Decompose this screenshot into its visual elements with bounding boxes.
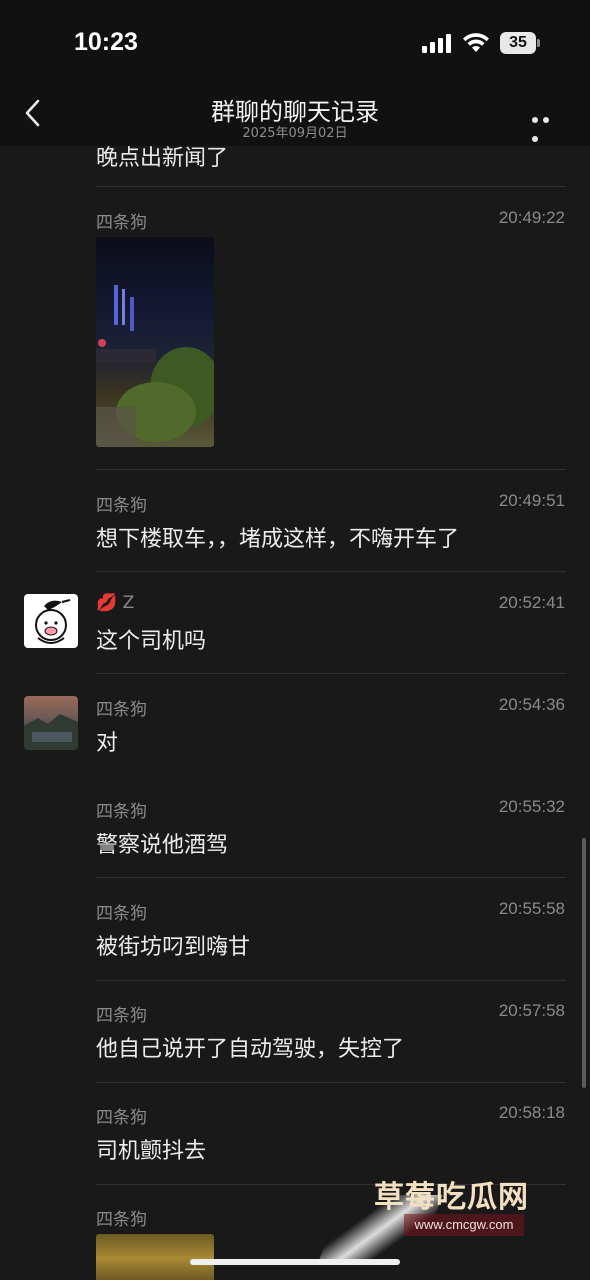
divider (96, 571, 566, 572)
message-time: 20:49:51 (498, 491, 565, 510)
lips-emoji: 💋 (96, 593, 118, 613)
message-text: 想下楼取车，，堵成这样，不嗨开车了 (96, 527, 460, 552)
cellular-signal-icon (422, 34, 451, 53)
nav-bar: 群聊的聊天记录 2025年09月02日 (0, 84, 590, 146)
message-sender: 四条狗 (96, 496, 147, 516)
message-time: 20:54:36 (498, 695, 565, 714)
message-time: 20:52:41 (498, 593, 565, 612)
watermark-url: www.cmcgw.com (404, 1214, 524, 1236)
divider (96, 186, 566, 187)
divider (96, 673, 566, 674)
message-time: 20:55:58 (498, 899, 565, 918)
message-sender-name: Z (122, 593, 135, 613)
message-text: 被街坊叼到嗨甘 (96, 935, 251, 960)
message-sender: 四条狗 (96, 700, 147, 720)
chat-history-list[interactable]: 晚点出新闻了 四条狗 20:49:22 四条狗 20:49:51 想下楼取车，，… (0, 146, 590, 1280)
page-subtitle-date: 2025年09月02日 (242, 126, 348, 141)
message-text: 警察说他酒驾 (96, 833, 229, 858)
message-time: 20:55:32 (498, 797, 565, 816)
watermark-title: 草莓吃瓜网 (374, 1180, 529, 1215)
message-sender: 四条狗 (96, 213, 147, 233)
message-sender: 四条狗 (96, 1006, 147, 1026)
message-sender: 四条狗 (96, 904, 147, 924)
message-time: 20:49:22 (498, 208, 565, 227)
home-indicator[interactable] (190, 1259, 400, 1265)
wifi-icon (463, 33, 489, 52)
message-text: 这个司机吗 (96, 629, 207, 654)
message-sender: 💋 Z (96, 593, 134, 613)
divider (96, 1082, 566, 1083)
message-sender: 四条狗 (96, 1108, 147, 1128)
avatar-cartoon[interactable] (24, 594, 78, 648)
more-options-icon[interactable] (532, 108, 564, 142)
status-bar: 10:23 35 (0, 0, 590, 84)
status-time: 10:23 (74, 28, 138, 56)
message-sender: 四条狗 (96, 802, 147, 822)
battery-level: 35 (500, 32, 536, 54)
divider (96, 877, 566, 878)
message-text: 晚点出新闻了 (96, 146, 229, 171)
scrollbar[interactable] (582, 838, 586, 1088)
message-sender: 四条狗 (96, 1210, 147, 1230)
battery-icon: 35 (500, 32, 540, 54)
avatar-landscape[interactable] (24, 696, 78, 750)
divider (96, 980, 566, 981)
divider (96, 469, 566, 470)
message-text: 司机颤抖去 (96, 1139, 207, 1164)
message-image-street-night[interactable] (96, 237, 214, 447)
message-text: 他自己说开了自动驾驶，失控了 (96, 1037, 405, 1062)
message-time: 20:58:18 (498, 1103, 565, 1122)
message-time: 20:57:58 (498, 1001, 565, 1020)
message-image[interactable] (96, 1234, 214, 1280)
message-text: 对 (96, 731, 119, 756)
